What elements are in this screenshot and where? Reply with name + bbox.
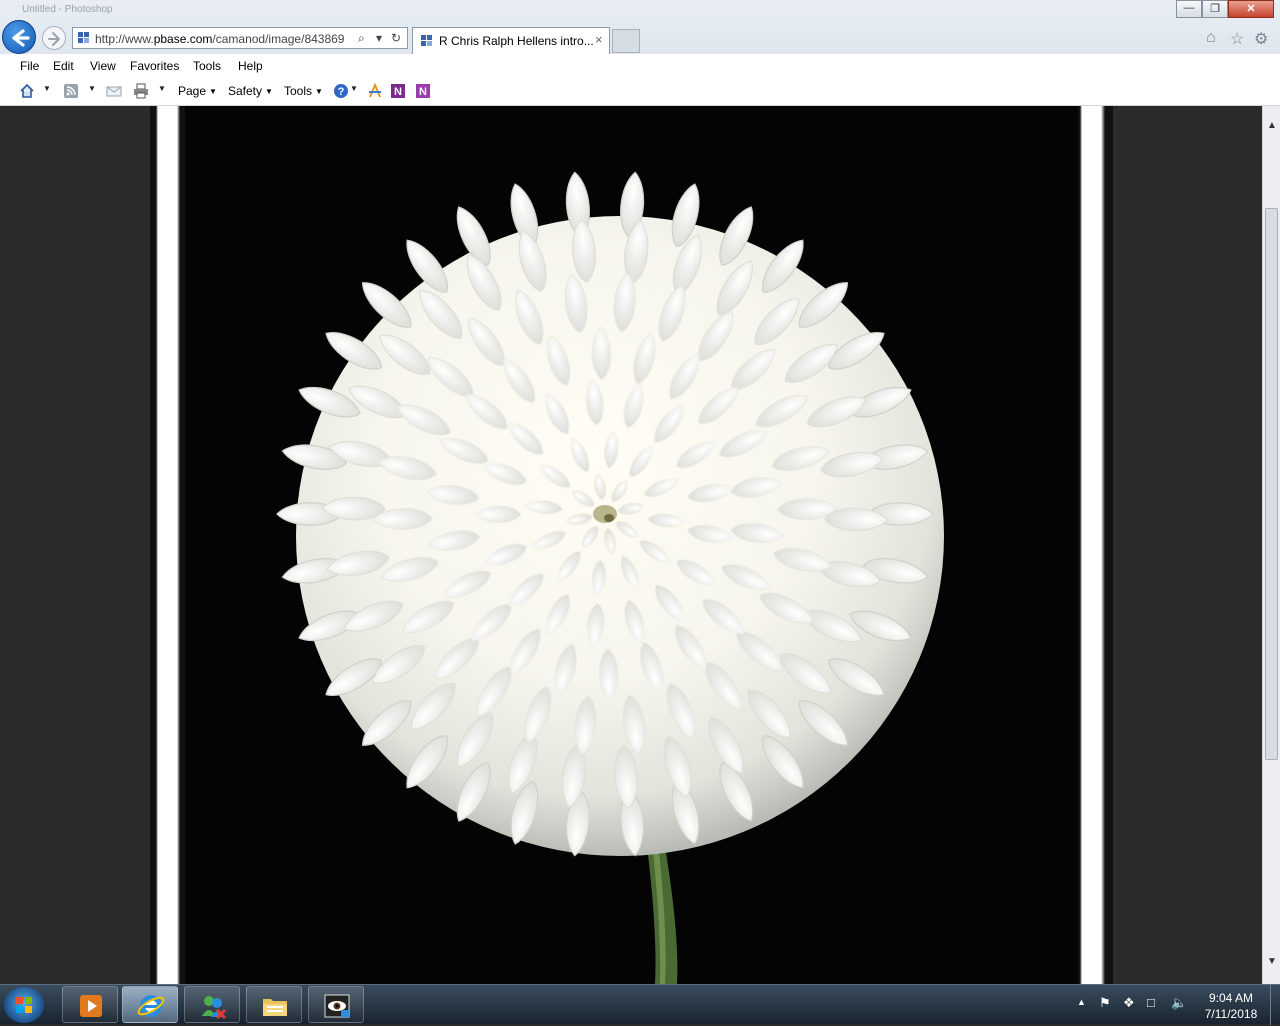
taskbar-media-player[interactable] <box>62 986 118 1023</box>
gear-icon[interactable]: ⚙ <box>1254 29 1268 49</box>
svg-text:N: N <box>419 86 427 98</box>
svg-text:?: ? <box>338 86 345 98</box>
show-hidden-icons[interactable]: ▲ <box>1077 997 1086 1007</box>
new-tab-button[interactable] <box>612 29 640 53</box>
tab-label: R Chris Ralph Hellens intro... <box>439 34 594 48</box>
minimize-button[interactable]: — <box>1176 0 1202 18</box>
page-menu[interactable]: Page ▼ <box>178 84 217 98</box>
windows-logo-icon <box>16 997 32 1013</box>
taskbar-file-explorer[interactable] <box>246 986 302 1023</box>
tools-menu[interactable]: Tools ▼ <box>284 84 323 98</box>
menu-tools[interactable]: Tools <box>193 59 221 73</box>
menu-favorites[interactable]: Favorites <box>130 59 179 73</box>
scrollbar-thumb[interactable] <box>1265 208 1278 760</box>
media-player-icon <box>80 995 102 1017</box>
search-icon[interactable]: ⌕ <box>358 31 365 46</box>
scroll-down-icon[interactable]: ▼ <box>1263 956 1280 967</box>
address-dropdown-icon[interactable]: ▾ <box>376 31 382 45</box>
vertical-scrollbar[interactable]: ▲ ▼ <box>1262 106 1280 984</box>
volume-muted-icon[interactable]: 🔈 <box>1171 995 1187 1011</box>
messenger-icon <box>202 996 227 1020</box>
clock-date: 7/11/2018 <box>1204 1007 1258 1021</box>
menu-bar: File Edit View Favorites Tools Help <box>0 54 1280 78</box>
back-arrow-icon <box>12 29 30 47</box>
mail-icon[interactable] <box>106 83 122 99</box>
folder-icon <box>263 999 287 1016</box>
rss-icon[interactable] <box>63 83 79 99</box>
refresh-icon[interactable]: ↻ <box>391 31 401 45</box>
menu-view[interactable]: View <box>90 59 116 73</box>
browser-title-bar: Untitled - Photoshop http://www.pbase.co… <box>0 0 1280 54</box>
onenote-icon[interactable]: N <box>390 83 406 99</box>
menu-file[interactable]: File <box>20 59 39 73</box>
background-window-title: Untitled - Photoshop <box>22 4 113 15</box>
show-desktop-button[interactable] <box>1270 985 1280 1025</box>
tab-close-icon[interactable]: × <box>595 32 603 47</box>
url-text[interactable]: http://www.pbase.com/camanod/image/84386… <box>95 32 357 46</box>
taskbar-messenger[interactable] <box>184 986 240 1023</box>
close-button[interactable]: ✕ <box>1228 0 1274 18</box>
white-dahlia-image <box>185 106 1078 984</box>
windows-taskbar: ▲ ⚑ ❖ □ 🔈 9:04 AM 7/11/2018 <box>0 984 1280 1025</box>
internet-explorer-icon <box>137 995 165 1017</box>
forward-button[interactable] <box>42 26 66 50</box>
safety-menu[interactable]: Safety ▼ <box>228 84 273 98</box>
page-viewport <box>0 106 1262 984</box>
research-icon[interactable] <box>367 83 383 99</box>
photo-frame-right <box>1078 106 1113 984</box>
back-button[interactable] <box>2 20 36 54</box>
home-icon[interactable] <box>19 83 35 99</box>
home-icon[interactable]: ⌂ <box>1206 29 1216 47</box>
clock-time: 9:04 AM <box>1208 991 1254 1005</box>
dropbox-icon[interactable]: ❖ <box>1123 995 1135 1011</box>
command-bar: ▼ ▼ ▼ Page ▼ Safety ▼ Tools ▼ ? ▼ N N <box>0 78 1280 106</box>
print-dropdown-icon[interactable]: ▼ <box>158 84 166 93</box>
rss-dropdown-icon[interactable]: ▼ <box>88 84 96 93</box>
dahlia-photo <box>185 106 1078 984</box>
menu-help[interactable]: Help <box>238 59 263 73</box>
tab-active[interactable]: R Chris Ralph Hellens intro... × <box>412 27 610 54</box>
start-button[interactable] <box>4 987 44 1023</box>
onenote-linked-icon[interactable]: N <box>415 83 431 99</box>
svg-text:N: N <box>394 86 402 98</box>
network-icon[interactable]: □ <box>1147 995 1155 1010</box>
menu-edit[interactable]: Edit <box>53 59 74 73</box>
forward-arrow-icon <box>48 32 60 46</box>
taskbar-internet-explorer[interactable] <box>122 986 178 1023</box>
help-icon[interactable]: ? <box>333 83 349 99</box>
eye-viewer-icon <box>324 994 350 1018</box>
pbase-favicon-icon <box>78 32 89 43</box>
system-clock[interactable]: 9:04 AM 7/11/2018 <box>1196 990 1266 1022</box>
scroll-up-icon[interactable]: ▲ <box>1263 120 1280 131</box>
photo-frame-left <box>150 106 185 984</box>
address-bar[interactable]: http://www.pbase.com/camanod/image/84386… <box>72 27 408 49</box>
print-icon[interactable] <box>133 83 149 99</box>
action-center-flag-icon[interactable]: ⚑ <box>1099 995 1111 1011</box>
tab-favicon-icon <box>421 35 432 46</box>
restore-button[interactable]: ❐ <box>1202 0 1228 18</box>
home-dropdown-icon[interactable]: ▼ <box>43 84 51 93</box>
help-dropdown-icon[interactable]: ▼ <box>350 84 358 93</box>
star-icon[interactable]: ☆ <box>1230 29 1244 49</box>
taskbar-image-viewer[interactable] <box>308 986 364 1023</box>
